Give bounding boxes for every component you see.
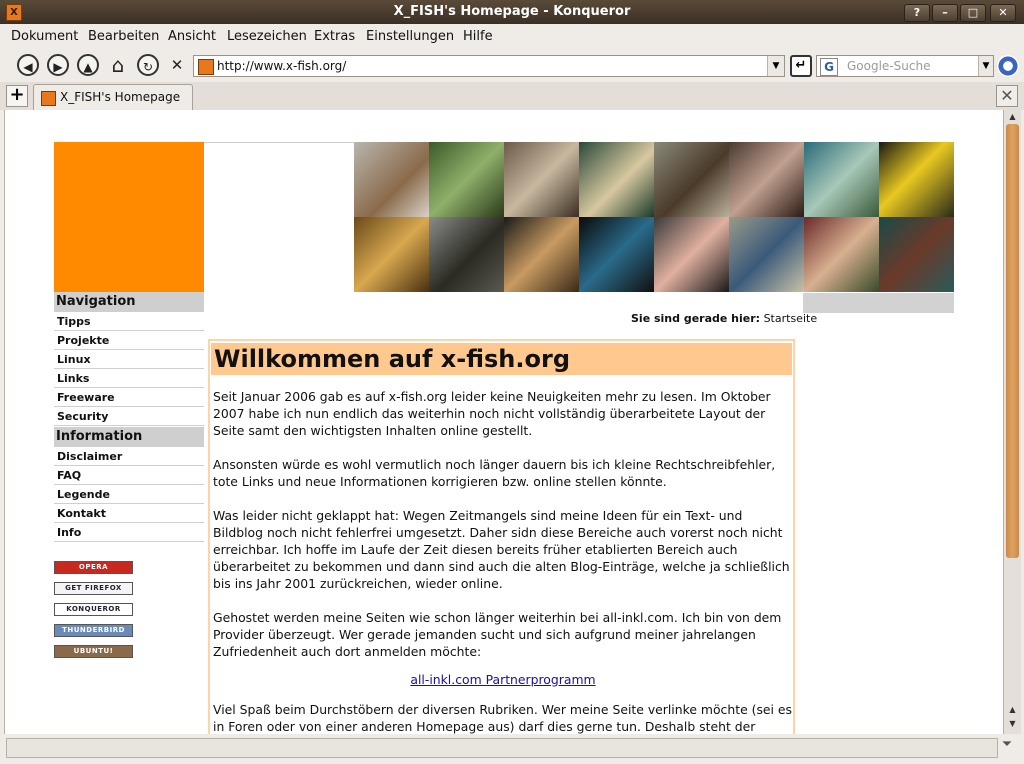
- header-photo: [879, 142, 954, 217]
- nav-item-legende[interactable]: Legende: [54, 486, 204, 504]
- url-field[interactable]: http://www.x-fish.org/ ▼: [193, 55, 785, 77]
- minimize-window-button[interactable]: –: [932, 4, 958, 22]
- nav-item-linux[interactable]: Linux: [54, 351, 204, 369]
- menu-hilfe[interactable]: Hilfe: [463, 29, 493, 44]
- filter-icon[interactable]: ⏷: [998, 737, 1016, 757]
- help-window-button[interactable]: ?: [904, 4, 930, 22]
- nav-item-security[interactable]: Security: [54, 408, 204, 426]
- header-photo: [879, 217, 954, 292]
- menu-einstellungen[interactable]: Einstellungen: [366, 29, 454, 44]
- page-title: Willkommen auf x-fish.org: [211, 343, 792, 375]
- header-photo: [504, 142, 579, 217]
- get-firefox-badge[interactable]: GET FIREFOX: [54, 582, 133, 595]
- search-placeholder: Google-Suche: [847, 59, 931, 73]
- close-window-button[interactable]: ✕: [990, 4, 1016, 22]
- scroll-up-arrow-icon[interactable]: ▲: [1006, 111, 1019, 123]
- window-title: X_FISH's Homepage - Konqueror: [393, 4, 631, 19]
- new-tab-button[interactable]: +: [6, 85, 28, 107]
- breadcrumb: Sie sind gerade hier: Startseite: [631, 312, 817, 325]
- nav-item-kontakt[interactable]: Kontakt: [54, 505, 204, 523]
- nav-item-links[interactable]: Links: [54, 370, 204, 388]
- header-photo: [654, 217, 729, 292]
- paragraph-2: Ansonsten würde es wohl vermutlich noch …: [213, 457, 776, 489]
- paragraph-3: Was leider nicht geklappt hat: Wegen Zei…: [213, 508, 790, 591]
- nav-item-info[interactable]: Info: [54, 524, 204, 542]
- breadcrumb-current: Startseite: [763, 312, 818, 325]
- tab-x-fish-homepage[interactable]: X_FISH's Homepage: [33, 84, 193, 110]
- menu-bearbeiten[interactable]: Bearbeiten: [88, 29, 159, 44]
- go-button[interactable]: ↵: [790, 55, 812, 77]
- header-photo: [804, 142, 879, 217]
- opera-badge[interactable]: OPERA: [54, 561, 133, 574]
- header-photo: [729, 142, 804, 217]
- header-divider: [204, 142, 354, 143]
- scroll-down-arrow-icon[interactable]: ▼: [1006, 718, 1019, 730]
- url-text[interactable]: http://www.x-fish.org/: [217, 59, 346, 73]
- konqueror-throbber-icon: [997, 55, 1019, 77]
- status-bar: ⏷: [0, 734, 1024, 764]
- paragraph-5: Viel Spaß beim Durchstöbern der diversen…: [213, 702, 793, 734]
- scroll-up-arrow-icon[interactable]: ▲: [1006, 704, 1019, 716]
- ubuntu-badge[interactable]: UBUNTU!: [54, 645, 133, 658]
- up-icon[interactable]: ▲: [77, 54, 99, 76]
- nav-heading-navigation: Navigation: [54, 292, 204, 312]
- search-dropdown-icon[interactable]: ▼: [978, 56, 993, 76]
- nav-item-faq[interactable]: FAQ: [54, 467, 204, 485]
- close-tab-button[interactable]: ✕: [996, 85, 1018, 107]
- partner-link[interactable]: all-inkl.com Partnerprogramm: [213, 672, 793, 687]
- header-photo: [504, 217, 579, 292]
- url-dropdown-icon[interactable]: ▼: [767, 56, 784, 76]
- status-text-field: [6, 738, 998, 758]
- header-gray-band: [803, 293, 954, 313]
- page-viewport: Navigation Tipps Projekte Linux Links Fr…: [4, 110, 1004, 734]
- nav-item-tipps[interactable]: Tipps: [54, 313, 204, 331]
- header-photo: [654, 142, 729, 217]
- back-icon[interactable]: ◀: [17, 54, 39, 76]
- header-photo: [429, 142, 504, 217]
- header-photo: [729, 217, 804, 292]
- header-photo-strip: [354, 142, 954, 293]
- scrollbar-thumb[interactable]: [1006, 124, 1019, 558]
- nav-item-freeware[interactable]: Freeware: [54, 389, 204, 407]
- header-photo: [354, 217, 429, 292]
- nav-item-disclaimer[interactable]: Disclaimer: [54, 448, 204, 466]
- header-photo: [429, 217, 504, 292]
- tab-label: X_FISH's Homepage: [60, 90, 181, 104]
- tab-favicon-icon: [41, 91, 56, 106]
- reload-icon[interactable]: ↻: [137, 54, 159, 76]
- search-field[interactable]: G Google-Suche ▼: [816, 55, 994, 77]
- header-photo: [354, 142, 429, 217]
- konqueror-badge[interactable]: KONQUEROR: [54, 603, 133, 616]
- header-photo: [579, 142, 654, 217]
- menu-ansicht[interactable]: Ansicht: [168, 29, 216, 44]
- tab-bar: + X_FISH's Homepage ✕: [0, 82, 1024, 110]
- google-search-engine-icon[interactable]: G: [820, 58, 838, 76]
- maximize-window-button[interactable]: □: [960, 4, 986, 22]
- header-photo: [579, 217, 654, 292]
- window-titlebar: X X_FISH's Homepage - Konqueror ? – □ ✕: [0, 0, 1024, 24]
- nav-heading-information: Information: [54, 427, 204, 447]
- paragraph-4: Gehostet werden meine Seiten wie schon l…: [213, 610, 782, 659]
- menu-extras[interactable]: Extras: [314, 29, 355, 44]
- header-photo: [804, 217, 879, 292]
- menu-dokument[interactable]: Dokument: [11, 29, 78, 44]
- breadcrumb-label: Sie sind gerade hier:: [631, 312, 761, 325]
- menu-lesezeichen[interactable]: Lesezeichen: [227, 29, 307, 44]
- stop-icon[interactable]: ✕: [166, 54, 188, 76]
- home-icon[interactable]: ⌂: [107, 54, 129, 76]
- intro-paragraph: Seit Januar 2006 gab es auf x-fish.org l…: [213, 389, 771, 438]
- menu-bar: Dokument Bearbeiten Ansicht Lesezeichen …: [0, 24, 1024, 48]
- nav-item-projekte[interactable]: Projekte: [54, 332, 204, 350]
- favicon-icon: [198, 59, 214, 75]
- vertical-scrollbar[interactable]: ▲ ▲ ▼: [1003, 110, 1021, 734]
- forward-icon[interactable]: ▶: [47, 54, 69, 76]
- thunderbird-badge[interactable]: THUNDERBIRD: [54, 624, 133, 637]
- site-logo-block: [54, 142, 204, 292]
